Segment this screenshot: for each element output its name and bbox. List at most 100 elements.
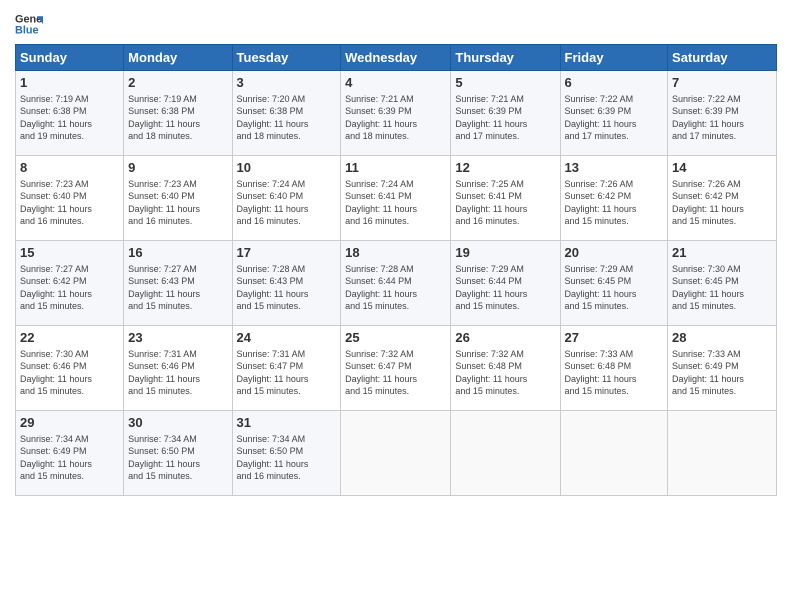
calendar-cell: 2Sunrise: 7:19 AM Sunset: 6:38 PM Daylig… [124,71,232,156]
day-number: 18 [345,244,446,262]
day-number: 13 [565,159,664,177]
day-info: Sunrise: 7:32 AM Sunset: 6:47 PM Dayligh… [345,348,446,398]
page-container: General Blue SundayMondayTuesdayWednesda… [0,0,792,501]
calendar-cell [341,411,451,496]
calendar-cell: 21Sunrise: 7:30 AM Sunset: 6:45 PM Dayli… [668,241,777,326]
day-info: Sunrise: 7:34 AM Sunset: 6:50 PM Dayligh… [128,433,227,483]
calendar-cell: 19Sunrise: 7:29 AM Sunset: 6:44 PM Dayli… [451,241,560,326]
day-info: Sunrise: 7:32 AM Sunset: 6:48 PM Dayligh… [455,348,555,398]
calendar-cell: 12Sunrise: 7:25 AM Sunset: 6:41 PM Dayli… [451,156,560,241]
calendar-cell: 28Sunrise: 7:33 AM Sunset: 6:49 PM Dayli… [668,326,777,411]
day-info: Sunrise: 7:33 AM Sunset: 6:48 PM Dayligh… [565,348,664,398]
logo-icon: General Blue [15,10,43,38]
calendar-cell [451,411,560,496]
day-info: Sunrise: 7:22 AM Sunset: 6:39 PM Dayligh… [672,93,772,143]
day-info: Sunrise: 7:30 AM Sunset: 6:46 PM Dayligh… [20,348,119,398]
day-info: Sunrise: 7:19 AM Sunset: 6:38 PM Dayligh… [128,93,227,143]
calendar-week-2: 8Sunrise: 7:23 AM Sunset: 6:40 PM Daylig… [16,156,777,241]
calendar-cell: 30Sunrise: 7:34 AM Sunset: 6:50 PM Dayli… [124,411,232,496]
day-number: 30 [128,414,227,432]
day-number: 7 [672,74,772,92]
calendar-cell: 7Sunrise: 7:22 AM Sunset: 6:39 PM Daylig… [668,71,777,156]
day-number: 17 [237,244,337,262]
calendar-week-1: 1Sunrise: 7:19 AM Sunset: 6:38 PM Daylig… [16,71,777,156]
calendar-cell: 23Sunrise: 7:31 AM Sunset: 6:46 PM Dayli… [124,326,232,411]
day-number: 3 [237,74,337,92]
day-info: Sunrise: 7:30 AM Sunset: 6:45 PM Dayligh… [672,263,772,313]
calendar-cell [668,411,777,496]
header-friday: Friday [560,45,668,71]
day-info: Sunrise: 7:26 AM Sunset: 6:42 PM Dayligh… [672,178,772,228]
day-number: 22 [20,329,119,347]
calendar-cell [560,411,668,496]
day-number: 21 [672,244,772,262]
day-info: Sunrise: 7:31 AM Sunset: 6:46 PM Dayligh… [128,348,227,398]
calendar-cell: 29Sunrise: 7:34 AM Sunset: 6:49 PM Dayli… [16,411,124,496]
day-number: 28 [672,329,772,347]
day-info: Sunrise: 7:25 AM Sunset: 6:41 PM Dayligh… [455,178,555,228]
calendar-cell: 10Sunrise: 7:24 AM Sunset: 6:40 PM Dayli… [232,156,341,241]
day-info: Sunrise: 7:27 AM Sunset: 6:42 PM Dayligh… [20,263,119,313]
calendar-cell: 18Sunrise: 7:28 AM Sunset: 6:44 PM Dayli… [341,241,451,326]
day-number: 4 [345,74,446,92]
day-number: 29 [20,414,119,432]
calendar-cell: 9Sunrise: 7:23 AM Sunset: 6:40 PM Daylig… [124,156,232,241]
day-info: Sunrise: 7:29 AM Sunset: 6:45 PM Dayligh… [565,263,664,313]
day-number: 31 [237,414,337,432]
day-info: Sunrise: 7:28 AM Sunset: 6:43 PM Dayligh… [237,263,337,313]
header-monday: Monday [124,45,232,71]
calendar-header-row: SundayMondayTuesdayWednesdayThursdayFrid… [16,45,777,71]
header-sunday: Sunday [16,45,124,71]
calendar-cell: 5Sunrise: 7:21 AM Sunset: 6:39 PM Daylig… [451,71,560,156]
calendar-cell: 14Sunrise: 7:26 AM Sunset: 6:42 PM Dayli… [668,156,777,241]
calendar-cell: 26Sunrise: 7:32 AM Sunset: 6:48 PM Dayli… [451,326,560,411]
day-number: 9 [128,159,227,177]
day-number: 2 [128,74,227,92]
calendar-week-4: 22Sunrise: 7:30 AM Sunset: 6:46 PM Dayli… [16,326,777,411]
day-info: Sunrise: 7:19 AM Sunset: 6:38 PM Dayligh… [20,93,119,143]
day-info: Sunrise: 7:31 AM Sunset: 6:47 PM Dayligh… [237,348,337,398]
header-thursday: Thursday [451,45,560,71]
day-info: Sunrise: 7:24 AM Sunset: 6:41 PM Dayligh… [345,178,446,228]
day-info: Sunrise: 7:21 AM Sunset: 6:39 PM Dayligh… [455,93,555,143]
day-number: 5 [455,74,555,92]
calendar-cell: 24Sunrise: 7:31 AM Sunset: 6:47 PM Dayli… [232,326,341,411]
logo: General Blue [15,10,47,38]
calendar-cell: 3Sunrise: 7:20 AM Sunset: 6:38 PM Daylig… [232,71,341,156]
calendar-cell: 22Sunrise: 7:30 AM Sunset: 6:46 PM Dayli… [16,326,124,411]
calendar-cell: 27Sunrise: 7:33 AM Sunset: 6:48 PM Dayli… [560,326,668,411]
day-info: Sunrise: 7:34 AM Sunset: 6:49 PM Dayligh… [20,433,119,483]
day-number: 8 [20,159,119,177]
calendar-table: SundayMondayTuesdayWednesdayThursdayFrid… [15,44,777,496]
header-wednesday: Wednesday [341,45,451,71]
day-info: Sunrise: 7:34 AM Sunset: 6:50 PM Dayligh… [237,433,337,483]
calendar-cell: 25Sunrise: 7:32 AM Sunset: 6:47 PM Dayli… [341,326,451,411]
day-number: 10 [237,159,337,177]
day-info: Sunrise: 7:33 AM Sunset: 6:49 PM Dayligh… [672,348,772,398]
day-number: 1 [20,74,119,92]
calendar-cell: 13Sunrise: 7:26 AM Sunset: 6:42 PM Dayli… [560,156,668,241]
svg-text:Blue: Blue [15,24,39,36]
day-number: 16 [128,244,227,262]
day-number: 25 [345,329,446,347]
day-number: 19 [455,244,555,262]
day-info: Sunrise: 7:27 AM Sunset: 6:43 PM Dayligh… [128,263,227,313]
day-info: Sunrise: 7:22 AM Sunset: 6:39 PM Dayligh… [565,93,664,143]
day-number: 20 [565,244,664,262]
calendar-cell: 4Sunrise: 7:21 AM Sunset: 6:39 PM Daylig… [341,71,451,156]
day-info: Sunrise: 7:23 AM Sunset: 6:40 PM Dayligh… [20,178,119,228]
day-number: 6 [565,74,664,92]
day-number: 12 [455,159,555,177]
calendar-week-5: 29Sunrise: 7:34 AM Sunset: 6:49 PM Dayli… [16,411,777,496]
calendar-cell: 16Sunrise: 7:27 AM Sunset: 6:43 PM Dayli… [124,241,232,326]
calendar-cell: 20Sunrise: 7:29 AM Sunset: 6:45 PM Dayli… [560,241,668,326]
header-saturday: Saturday [668,45,777,71]
day-info: Sunrise: 7:21 AM Sunset: 6:39 PM Dayligh… [345,93,446,143]
day-number: 15 [20,244,119,262]
calendar-cell: 1Sunrise: 7:19 AM Sunset: 6:38 PM Daylig… [16,71,124,156]
day-info: Sunrise: 7:24 AM Sunset: 6:40 PM Dayligh… [237,178,337,228]
day-info: Sunrise: 7:28 AM Sunset: 6:44 PM Dayligh… [345,263,446,313]
calendar-cell: 31Sunrise: 7:34 AM Sunset: 6:50 PM Dayli… [232,411,341,496]
day-number: 24 [237,329,337,347]
header-tuesday: Tuesday [232,45,341,71]
